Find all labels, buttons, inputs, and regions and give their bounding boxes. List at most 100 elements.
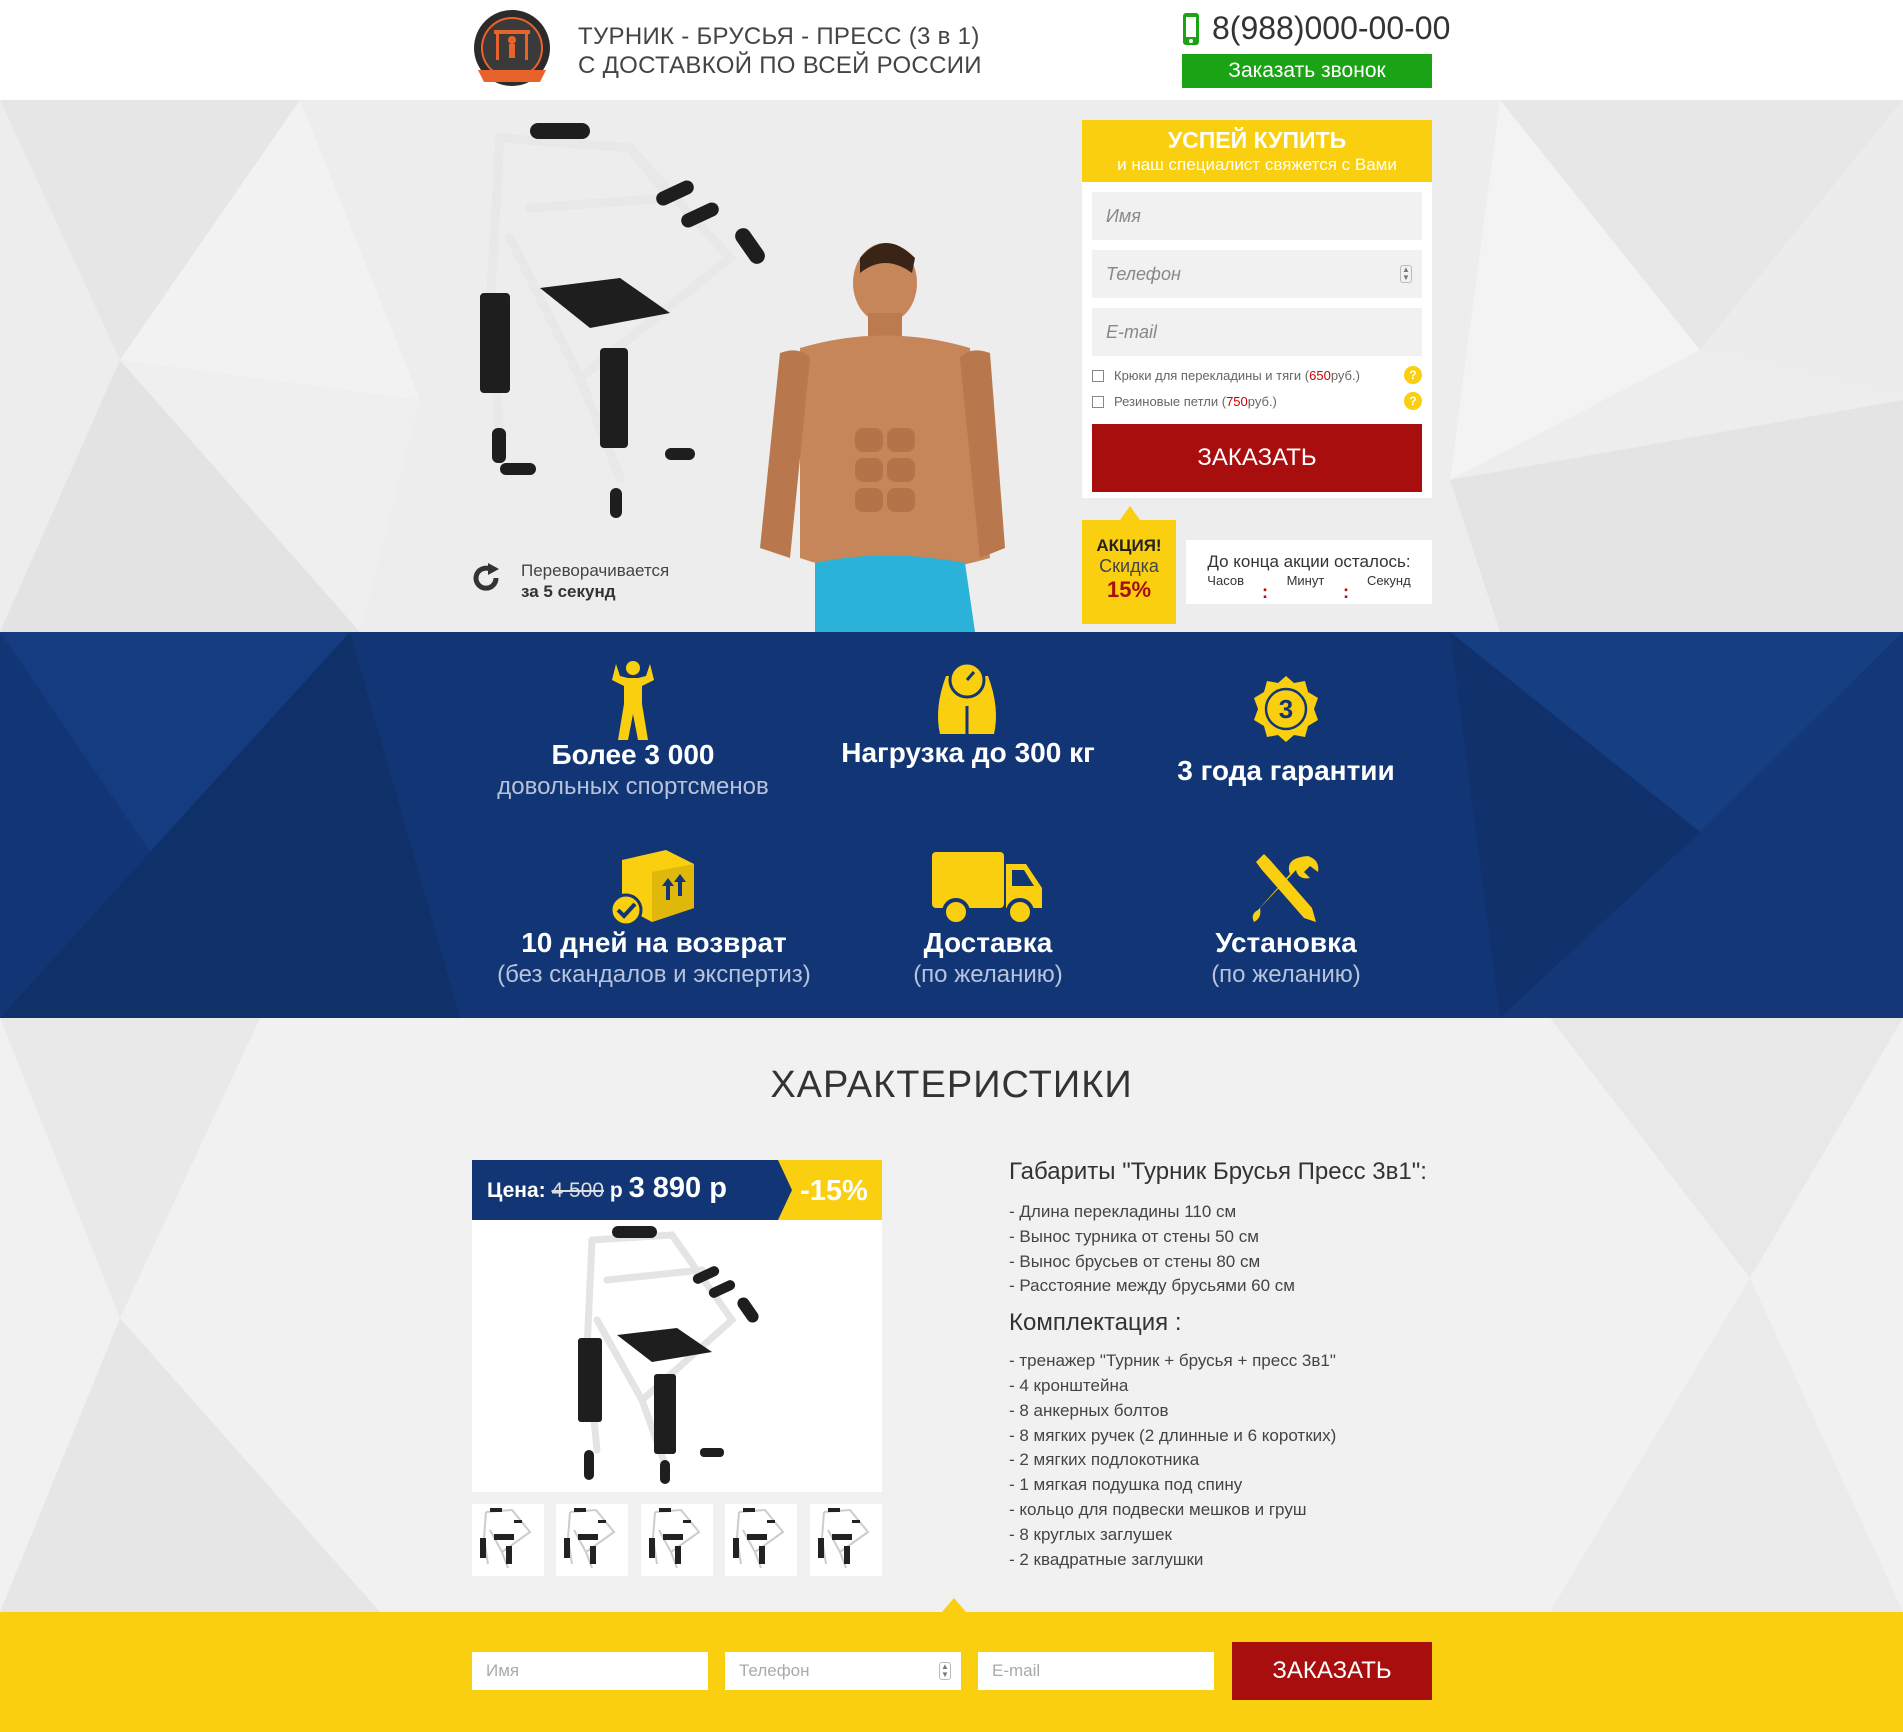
kit-item: - 8 круглых заглушек (1009, 1524, 1172, 1544)
price-label: Цена: (487, 1179, 546, 1202)
spinner-icon[interactable]: ▲ ▼ (1400, 265, 1412, 283)
site-title-line2: С ДОСТАВКОЙ ПО ВСЕЙ РОССИИ (578, 52, 982, 79)
option-loops-suffix: руб.) (1247, 394, 1277, 409)
loops-checkbox[interactable] (1092, 395, 1104, 408)
option-loops-text: Резиновые петли ( (1114, 394, 1227, 409)
athlete-icon (612, 661, 654, 740)
flip-caption-line1: Переворачивается (521, 561, 670, 580)
logo[interactable] (470, 8, 554, 92)
phone-number[interactable]: 8(988)000-00-00 (1212, 10, 1450, 47)
feature-warranty: 3 года гарантии (1130, 754, 1442, 788)
kit-item: - 2 мягких подлокотника (1009, 1450, 1200, 1470)
phone-input[interactable]: Телефон ▲ ▼ (1092, 250, 1422, 298)
order-form-subtitle: и наш специалист свяжется с Вами (1117, 155, 1397, 174)
option-hooks-suffix: руб.) (1330, 368, 1360, 383)
feature-title: Установка (1215, 927, 1357, 958)
email-input[interactable]: E-mail (1092, 308, 1422, 356)
section-title: ХАРАКТЕРИСТИКИ (770, 1064, 1133, 1106)
order-form-title: УСПЕЙ КУПИТЬ (1167, 127, 1347, 153)
kit-item: - 8 анкерных болтов (1009, 1400, 1169, 1420)
bottom-phone-input[interactable]: Телефон ▲ ▼ (725, 1652, 961, 1690)
feature-return: 10 дней на возврат (без скандалов и эксп… (472, 926, 836, 990)
thumbnail-drawing (733, 1508, 785, 1569)
option-loops-price: 750 (1226, 394, 1248, 409)
hooks-checkbox[interactable] (1092, 369, 1104, 382)
feature-subtitle: (по желанию) (1211, 961, 1361, 988)
timer-units: Часов Минут Секунд (1186, 573, 1432, 588)
polygon-background (0, 1018, 1903, 1612)
return-box-icon (609, 850, 694, 926)
flip-caption-line2: за 5 секунд (521, 582, 616, 601)
order-button[interactable]: ЗАКАЗАТЬ (1092, 424, 1422, 492)
promo-badge: АКЦИЯ! Скидка 15% (1082, 520, 1176, 624)
feature-title: Нагрузка до 300 кг (841, 737, 1095, 768)
athlete-photo (760, 243, 1005, 632)
bottom-email-input[interactable]: E-mail (978, 1652, 1214, 1690)
delivery-truck-icon (932, 852, 1042, 926)
specs-list: Габариты "Турник Брусья Пресс 3в1": - Дл… (1009, 1158, 1427, 1572)
order-form: Имя Телефон ▲ ▼ E-mail Крюки для переклад… (1082, 182, 1432, 498)
thumbnail-drawing (564, 1508, 616, 1569)
feature-installation: Установка (по желанию) (1158, 926, 1414, 990)
spec-item: - Вынос брусьев от стены 80 см (1009, 1251, 1261, 1271)
weight-icon (938, 661, 996, 734)
product-image-drawing (578, 1226, 759, 1484)
bottom-order-button[interactable]: ЗАКАЗАТЬ (1232, 1642, 1432, 1700)
spec-item: - Длина перекладины 110 см (1009, 1202, 1237, 1221)
product-image[interactable] (472, 1220, 882, 1492)
timer-separator: : (1343, 582, 1349, 602)
kit-item: - кольцо для подвески мешков и груш (1009, 1499, 1307, 1519)
name-input[interactable]: Имя (1092, 192, 1422, 240)
feature-title: Доставка (923, 927, 1053, 958)
tools-icon (1252, 854, 1319, 922)
option-hooks-text: Крюки для перекладины и тяги ( (1114, 368, 1310, 383)
rotate-icon (473, 563, 499, 591)
order-form-header: УСПЕЙ КУПИТЬ и наш специалист свяжется с… (1082, 120, 1432, 182)
thumbnail-drawing (480, 1508, 532, 1569)
help-icon[interactable]: ? (1404, 392, 1422, 410)
characteristics-section (0, 1018, 1903, 1612)
bottom-name-input[interactable]: Имя (472, 1652, 708, 1690)
site-title-line1: ТУРНИК - БРУСЬЯ - ПРЕСС (3 в 1) (578, 23, 980, 50)
kit-heading: Комплектация : (1009, 1309, 1182, 1337)
old-price: 4 500 (551, 1179, 605, 1202)
promo-line1: АКЦИЯ! (1096, 536, 1162, 555)
thumbnail[interactable] (472, 1504, 544, 1576)
thumbnail[interactable] (641, 1504, 713, 1576)
kit-item: - 8 мягких ручек (2 длинные и 6 коротких… (1009, 1425, 1337, 1445)
kit-item: - 1 мягкая подушка под спину (1009, 1475, 1243, 1495)
phone-input-placeholder: Телефон (1106, 263, 1181, 284)
feature-title: 10 дней на возврат (521, 927, 787, 958)
discount-value: -15% (800, 1175, 868, 1207)
site-title: ТУРНИК - БРУСЬЯ - ПРЕСС (3 в 1) С ДОСТАВ… (578, 22, 982, 80)
option-hooks[interactable]: Крюки для перекладины и тяги (650 руб.) (1092, 368, 1360, 383)
bottom-phone-placeholder: Телефон (739, 1661, 810, 1680)
spec-item: - Расстояние между брусьями 60 см (1009, 1276, 1295, 1296)
old-price-unit: р (604, 1179, 623, 1202)
dimensions-heading: Габариты "Турник Брусья Пресс 3в1": (1009, 1158, 1427, 1185)
timer-unit-seconds: Секунд (1366, 573, 1411, 588)
price: Цена: 4 500 р 3 890 р (487, 1172, 727, 1205)
discount-tag: -15% (778, 1160, 882, 1220)
feature-subtitle: довольных спортсменов (497, 773, 769, 800)
bottom-form-arrow (942, 1598, 966, 1612)
warranty-badge-number: 3 (1279, 694, 1293, 724)
kit-item: - тренажер "Турник + брусья + пресс 3в1" (1009, 1351, 1336, 1371)
timer-separator: : (1262, 582, 1268, 602)
spinner-icon[interactable]: ▲ ▼ (939, 1662, 951, 1680)
thumbnail[interactable] (725, 1504, 797, 1576)
help-icon[interactable]: ? (1404, 366, 1422, 384)
feature-athletes: Более 3 000 довольных спортсменов (475, 738, 791, 802)
option-hooks-price: 650 (1309, 368, 1331, 383)
thumbnail[interactable] (810, 1504, 882, 1576)
promo-line2: Скидка (1099, 556, 1159, 576)
option-loops[interactable]: Резиновые петли (750 руб.) (1092, 394, 1277, 409)
timer-unit-hours: Часов (1207, 573, 1244, 588)
warranty-badge-icon: 3 (1254, 676, 1318, 742)
spec-item: - Вынос турника от стены 50 см (1009, 1226, 1259, 1246)
current-price: 3 890 р (628, 1172, 727, 1204)
flip-caption: Переворачивается за 5 секунд (521, 560, 669, 602)
callback-button[interactable]: Заказать звонок (1182, 54, 1432, 88)
thumbnail[interactable] (556, 1504, 628, 1576)
thumbnail-drawing (818, 1508, 870, 1569)
